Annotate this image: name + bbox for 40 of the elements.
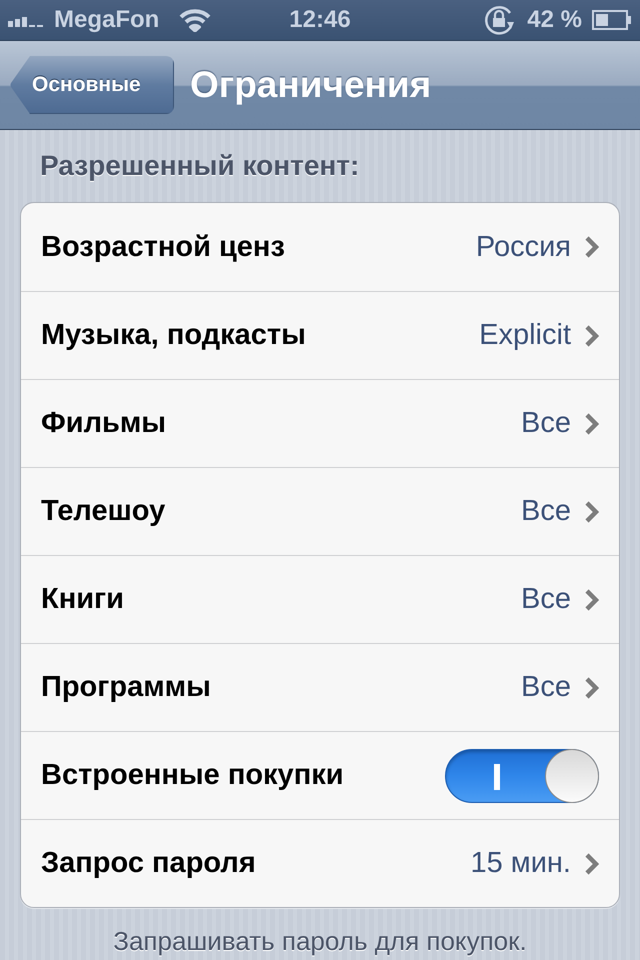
settings-row[interactable]: Фильмы Все xyxy=(21,379,619,467)
row-value: Explicit xyxy=(479,319,571,352)
settings-row[interactable]: Книги Все xyxy=(21,555,619,643)
section-header: Разрешенный контент: xyxy=(39,149,360,183)
row-value: Все xyxy=(521,407,571,440)
carrier-name: MegaFon xyxy=(54,6,160,34)
screen-title: Ограничения xyxy=(190,64,432,106)
row-value: Все xyxy=(521,671,571,704)
settings-row[interactable]: Возрастной ценз Россия xyxy=(21,203,619,291)
row-value: Россия xyxy=(476,230,571,264)
chevron-right-icon xyxy=(585,676,599,698)
row-label: Программы xyxy=(41,671,212,704)
settings-row[interactable]: Программы Все xyxy=(21,643,619,731)
chevron-right-icon xyxy=(585,500,599,522)
battery-percent: 42 % xyxy=(527,6,582,34)
chevron-right-icon xyxy=(585,236,599,258)
row-label: Телешоу xyxy=(41,495,166,528)
settings-row[interactable]: Запрос пароля 15 мин. xyxy=(21,819,619,907)
battery-icon xyxy=(592,10,632,30)
row-label: Книги xyxy=(41,583,125,616)
row-value: Все xyxy=(521,583,571,616)
chevron-right-icon xyxy=(585,588,599,610)
row-value: Все xyxy=(521,495,571,528)
settings-row[interactable]: Телешоу Все xyxy=(21,467,619,555)
chevron-right-icon xyxy=(585,412,599,434)
section-footer: Запрашивать пароль для покупок. xyxy=(20,926,620,957)
row-value: 15 мин. xyxy=(470,847,571,880)
row-label: Возрастной ценз xyxy=(41,230,286,264)
row-label: Встроенные покупки xyxy=(41,759,345,792)
row-label: Запрос пароля xyxy=(41,847,257,880)
toggle-switch[interactable] xyxy=(445,748,599,802)
back-button[interactable]: Основные xyxy=(10,56,174,114)
switch-thumb[interactable] xyxy=(545,748,599,802)
clock-time: 12:46 xyxy=(289,6,351,34)
settings-row[interactable]: Музыка, подкасты Explicit xyxy=(21,291,619,379)
row-label: Музыка, подкасты xyxy=(41,319,307,352)
wifi-icon xyxy=(179,8,212,32)
row-label: Фильмы xyxy=(41,407,168,440)
chevron-right-icon xyxy=(585,324,599,346)
chevron-right-icon xyxy=(585,852,599,874)
